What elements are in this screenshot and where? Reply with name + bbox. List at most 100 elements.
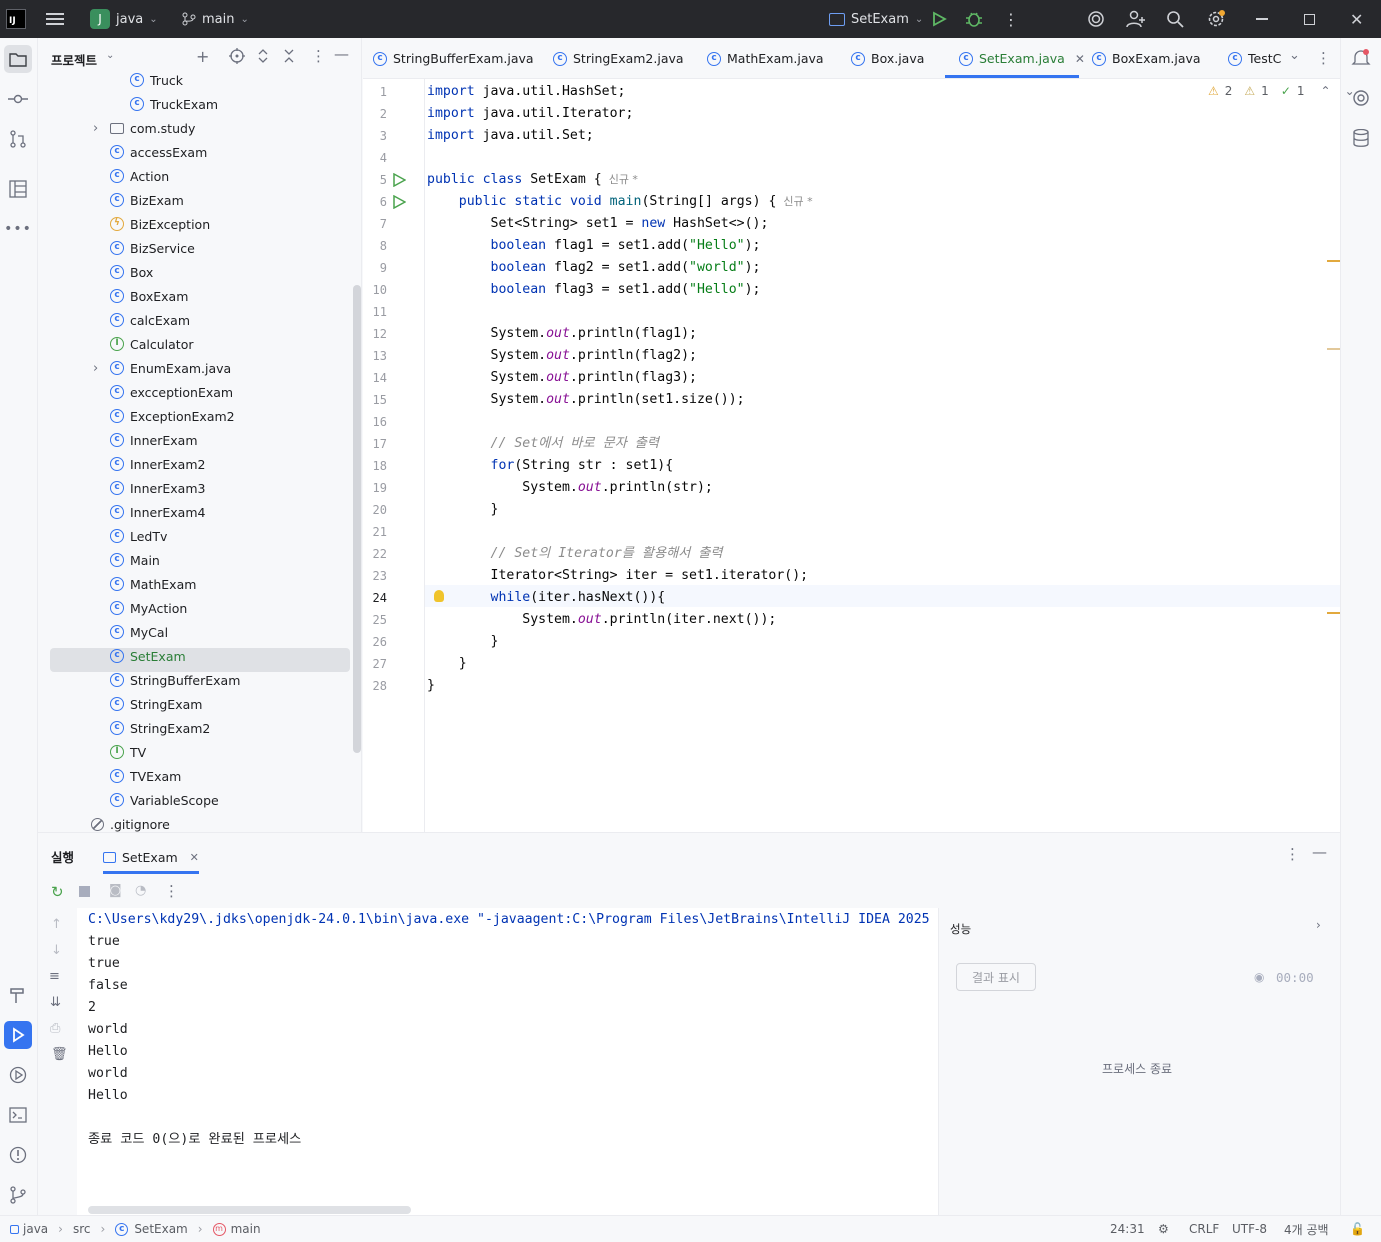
tree-item[interactable]: c calcExam xyxy=(110,308,190,332)
more-actions-icon[interactable]: ⋮ xyxy=(1003,0,1019,38)
file-encoding[interactable]: UTF-8 xyxy=(1232,1216,1267,1242)
debug-button[interactable] xyxy=(965,0,983,38)
tree-item[interactable]: c MyCal xyxy=(110,620,168,644)
problems-icon[interactable] xyxy=(4,1141,32,1169)
inspection-widget[interactable]: ⚠ 2 ⚠ 1 ✓ 1 ⌃ ⌄ xyxy=(1208,84,1355,98)
scroll-marker[interactable] xyxy=(1327,260,1340,262)
tree-item[interactable]: c BizExam xyxy=(110,188,184,212)
tab-mathexam[interactable]: c MathExam.java xyxy=(707,38,824,79)
tree-item[interactable]: c TVExam xyxy=(110,764,181,788)
tree-item[interactable]: c StringExam2 xyxy=(110,716,210,740)
rerun-icon[interactable]: ↻ xyxy=(51,883,64,901)
search-icon[interactable] xyxy=(1166,0,1184,38)
structure-icon[interactable] xyxy=(4,175,32,203)
tree-item[interactable]: c Main xyxy=(110,548,160,572)
tabs-dropdown-chevron-icon[interactable]: ⌄ xyxy=(1289,48,1300,63)
maximize-window-icon[interactable] xyxy=(1304,0,1315,38)
more-tools-icon[interactable]: ••• xyxy=(4,215,32,243)
run-button[interactable] xyxy=(931,0,947,38)
tree-item[interactable]: ϟ BizException xyxy=(110,212,210,236)
console-h-scrollbar[interactable] xyxy=(88,1206,411,1214)
tree-item[interactable]: c SetExam xyxy=(110,644,186,668)
tree-item[interactable]: c StringExam xyxy=(110,692,202,716)
build-hammer-icon[interactable] xyxy=(4,981,32,1009)
app-logo-icon[interactable]: IJ xyxy=(6,0,26,38)
vcs-branch-switcher[interactable]: main ⌄ xyxy=(182,0,249,38)
settings-gear-icon[interactable] xyxy=(1206,0,1226,38)
close-tab-icon[interactable]: ✕ xyxy=(190,851,199,864)
tree-item[interactable]: c InnerExam4 xyxy=(110,500,205,524)
code-vision-hint[interactable]: 신규 * xyxy=(776,195,812,208)
run-gutter-icon[interactable] xyxy=(392,172,407,191)
scroll-marker[interactable] xyxy=(1327,612,1340,614)
scroll-up-icon[interactable]: ↑ xyxy=(51,917,62,932)
terminal-icon[interactable] xyxy=(4,1101,32,1129)
scroll-down-icon[interactable]: ↓ xyxy=(51,943,62,958)
stop-icon[interactable] xyxy=(79,886,90,897)
clear-all-trash-icon[interactable]: 🗑 xyxy=(51,1047,68,1062)
run-tab-setexam[interactable]: SetExam ✕ xyxy=(103,841,199,873)
hide-panel-icon[interactable]: — xyxy=(334,45,349,63)
pull-requests-icon[interactable] xyxy=(4,125,32,153)
tab-testc[interactable]: c TestC xyxy=(1228,38,1281,79)
soft-wrap-icon[interactable]: ≡ xyxy=(49,969,60,984)
close-window-icon[interactable]: ✕ xyxy=(1350,0,1363,38)
screenshot-camera-icon[interactable]: ◙ xyxy=(109,883,122,898)
main-menu-icon[interactable] xyxy=(46,0,64,38)
code-vision-hint[interactable]: 신규 * xyxy=(602,173,638,186)
run-gutter-icon[interactable] xyxy=(392,194,407,213)
tree-item[interactable]: › com.study xyxy=(93,116,195,140)
tree-item[interactable]: c VariableScope xyxy=(110,788,219,812)
breadcrumb-setexam[interactable]: SetExam xyxy=(134,1222,187,1236)
chevron-right-icon[interactable]: › xyxy=(93,121,98,136)
tab-boxexam[interactable]: c BoxExam.java xyxy=(1092,38,1201,79)
tab-stringexam2[interactable]: c StringExam2.java xyxy=(553,38,684,79)
hide-panel-icon[interactable]: — xyxy=(1312,843,1327,861)
minimize-window-icon[interactable] xyxy=(1256,0,1268,38)
scroll-to-end-icon[interactable]: ⇊ xyxy=(50,995,61,1010)
more-run-actions-icon[interactable]: ⋮ xyxy=(164,882,179,900)
git-settings-icon[interactable]: ⚙ xyxy=(1158,1216,1169,1242)
tree-item[interactable]: c InnerExam2 xyxy=(110,452,205,476)
ai-assistant-icon[interactable] xyxy=(1087,0,1105,38)
expand-all-icon[interactable] xyxy=(257,48,269,68)
tree-item[interactable]: c MathExam xyxy=(110,572,196,596)
chevron-right-icon[interactable]: › xyxy=(93,361,98,376)
chevron-right-icon[interactable]: › xyxy=(1316,918,1321,932)
intention-bulb-icon[interactable] xyxy=(434,590,444,602)
new-file-plus-icon[interactable]: + xyxy=(196,47,209,66)
database-icon[interactable] xyxy=(1347,124,1375,152)
commit-icon[interactable] xyxy=(4,85,32,113)
tree-item[interactable]: c StringBufferExam xyxy=(110,668,240,692)
tree-item[interactable]: c Action xyxy=(110,164,169,188)
tree-item[interactable]: I TV xyxy=(110,740,146,764)
tree-item[interactable]: c InnerExam xyxy=(110,428,198,452)
tab-setexam[interactable]: c SetExam.java ✕ xyxy=(959,38,1085,79)
tree-item[interactable]: c TruckExam xyxy=(130,92,218,116)
run-config-selector[interactable]: SetExam ⌄ xyxy=(829,0,923,38)
tree-item[interactable]: c InnerExam3 xyxy=(110,476,205,500)
options-kebab-icon[interactable]: ⋮ xyxy=(311,47,326,65)
project-switcher[interactable]: J java ⌄ xyxy=(90,0,158,38)
tabs-more-icon[interactable]: ⋮ xyxy=(1316,49,1331,67)
tree-item[interactable]: › c EnumExam.java xyxy=(93,356,231,380)
profiler-icon[interactable]: ◔ xyxy=(135,883,146,898)
notifications-bell-icon[interactable] xyxy=(1347,44,1375,72)
read-only-lock-icon[interactable]: 🔓 xyxy=(1350,1216,1365,1242)
project-folder-icon[interactable] xyxy=(4,45,32,73)
collapse-all-icon[interactable] xyxy=(283,48,295,68)
indent-setting[interactable]: 4개 공백 xyxy=(1284,1216,1329,1242)
next-highlight-icon[interactable]: ⌄ xyxy=(1345,84,1355,98)
scroll-marker[interactable] xyxy=(1327,348,1340,350)
project-panel-title[interactable]: 프로젝트 xyxy=(51,50,97,69)
tree-item[interactable]: .gitignore xyxy=(91,812,170,832)
breadcrumb-src[interactable]: src xyxy=(73,1222,91,1236)
tree-item[interactable]: c BizService xyxy=(110,236,195,260)
tree-item[interactable]: I Calculator xyxy=(110,332,193,356)
tree-item[interactable]: c accessExam xyxy=(110,140,207,164)
breadcrumb-main[interactable]: main xyxy=(231,1222,261,1236)
breadcrumb-java[interactable]: java xyxy=(23,1222,48,1236)
tree-item[interactable]: c BoxExam xyxy=(110,284,188,308)
locate-file-icon[interactable] xyxy=(229,48,245,68)
previous-highlight-icon[interactable]: ⌃ xyxy=(1321,84,1331,98)
